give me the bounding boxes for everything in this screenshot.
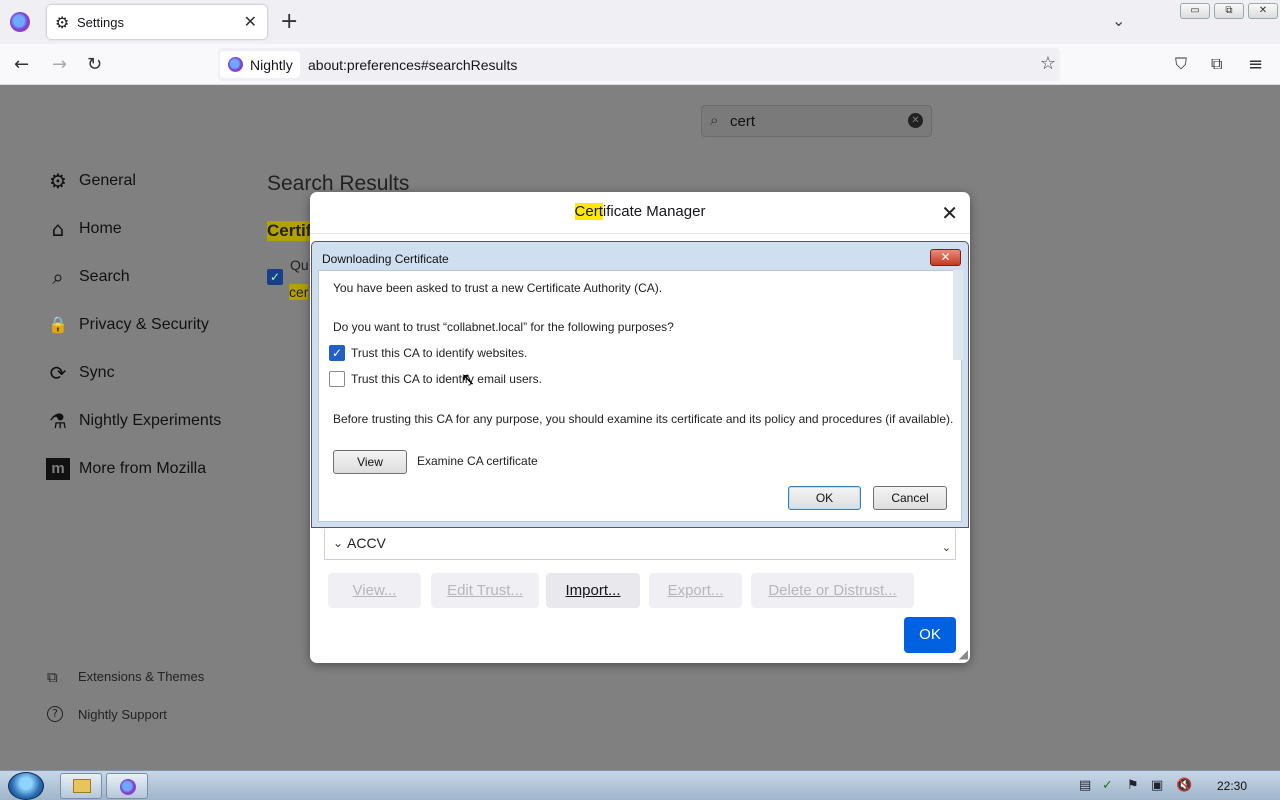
- nightly-logo-icon: [228, 57, 243, 72]
- title-rest: ificate Manager: [602, 203, 706, 220]
- mozilla-icon: m: [46, 458, 70, 480]
- new-tab-button[interactable]: +: [280, 9, 298, 34]
- explorer-taskbar-button[interactable]: [60, 773, 102, 799]
- chevron-down-icon[interactable]: ⌄: [333, 536, 343, 550]
- category-label: Privacy & Security: [79, 316, 209, 333]
- close-icon[interactable]: ✕: [941, 201, 958, 225]
- category-label: Search: [79, 268, 130, 285]
- gear-icon: ⚙: [55, 13, 70, 32]
- flask-icon: ⚗: [49, 409, 67, 433]
- sync-icon: ⟳: [49, 361, 67, 385]
- resize-grip-icon[interactable]: ◢: [959, 647, 968, 661]
- url-bar[interactable]: Nightly about:preferences#searchResults …: [218, 48, 1060, 81]
- certificate-tree-row[interactable]: ⌄ ACCV ⌄: [324, 529, 956, 560]
- ok-button[interactable]: OK: [788, 486, 861, 510]
- reload-icon[interactable]: ↻: [87, 54, 102, 75]
- restore-button[interactable]: ⧉: [1214, 3, 1244, 19]
- tab-settings[interactable]: ⚙ Settings ✕: [47, 5, 267, 39]
- security-tray-icon[interactable]: ✓: [1102, 778, 1113, 793]
- folder-icon: [73, 779, 91, 793]
- pocket-icon[interactable]: ⛉: [1175, 54, 1187, 74]
- help-icon: ?: [47, 706, 63, 722]
- tab-title: Settings: [77, 15, 124, 30]
- search-value: cert: [730, 113, 756, 130]
- intro-text: You have been asked to trust a new Certi…: [333, 281, 663, 295]
- preferences-search-input[interactable]: ⌕ cert ✕: [701, 105, 932, 137]
- gear-icon: ⚙: [49, 169, 67, 193]
- extensions-icon[interactable]: ⧉: [1211, 54, 1222, 74]
- lock-icon: 🔒: [48, 315, 68, 334]
- category-label: Home: [79, 220, 122, 237]
- network-tray-icon[interactable]: ▣: [1151, 778, 1163, 793]
- downloading-certificate-dialog: Downloading Certificate ✕ You have been …: [311, 241, 969, 528]
- query-ocsp-label-highlight: cer: [289, 284, 309, 300]
- app-menu-icon[interactable]: ≡: [1248, 54, 1263, 75]
- title-highlight: Cert: [574, 203, 603, 220]
- back-arrow-icon[interactable]: ←: [14, 54, 29, 75]
- identity-label: Nightly: [250, 57, 293, 73]
- ca-name: ACCV: [347, 535, 386, 551]
- identity-box[interactable]: Nightly: [220, 51, 300, 78]
- clock[interactable]: 22:30: [1217, 779, 1247, 793]
- category-label: More from Mozilla: [79, 460, 207, 477]
- category-label: Sync: [79, 364, 115, 381]
- close-button[interactable]: ✕: [930, 249, 961, 266]
- dialog-body: You have been asked to trust a new Certi…: [318, 270, 962, 522]
- search-icon: ⌕: [710, 111, 719, 129]
- search-icon: ⌕: [52, 265, 64, 289]
- import-button[interactable]: Import...: [546, 573, 640, 608]
- volume-muted-icon[interactable]: 🔇: [1176, 778, 1192, 793]
- question-text: Do you want to trust “collabnet.local” f…: [333, 320, 674, 334]
- taskbar: ▤ ✓ ⚑ ▣ 🔇 22:30: [0, 770, 1280, 800]
- scroll-down-icon[interactable]: ⌄: [942, 541, 951, 554]
- view-certificate-button[interactable]: View: [333, 450, 407, 474]
- forward-arrow-icon[interactable]: →: [52, 54, 67, 75]
- firefox-logo-icon[interactable]: [10, 12, 30, 32]
- tab-bar: ⚙ Settings ✕ + ⌄ ▭ ⧉ ✕: [0, 0, 1280, 44]
- notes-tray-icon[interactable]: ▤: [1079, 778, 1091, 793]
- advice-text: Before trusting this CA for any purpose,…: [333, 412, 954, 426]
- query-ocsp-label: Qu: [290, 257, 309, 273]
- home-icon: ⌂: [51, 217, 65, 241]
- category-label: General: [79, 172, 136, 189]
- category-label: Nightly Experiments: [79, 412, 222, 429]
- view-button[interactable]: View...: [328, 573, 421, 608]
- trust-websites-checkbox[interactable]: ✓: [329, 345, 345, 361]
- edit-trust-button[interactable]: Edit Trust...: [431, 573, 539, 608]
- window-close-button[interactable]: ✕: [1248, 3, 1278, 19]
- footer-label: Extensions & Themes: [78, 669, 205, 684]
- delete-distrust-button[interactable]: Delete or Distrust...: [751, 573, 914, 608]
- nightly-logo-icon: [120, 779, 136, 795]
- query-ocsp-checkbox[interactable]: ✓: [267, 269, 283, 285]
- url-text[interactable]: about:preferences#searchResults: [308, 57, 517, 73]
- bookmark-star-icon[interactable]: ☆: [1040, 53, 1056, 74]
- tab-close-icon[interactable]: ✕: [244, 12, 257, 31]
- minimize-button[interactable]: ▭: [1180, 3, 1210, 19]
- trust-email-checkbox[interactable]: [329, 371, 345, 387]
- view-caption: Examine CA certificate: [417, 454, 538, 468]
- dialog-title: Certificate Manager: [310, 192, 970, 234]
- clear-search-icon[interactable]: ✕: [908, 113, 923, 128]
- action-center-flag-icon[interactable]: ⚑: [1127, 778, 1139, 793]
- nightly-taskbar-button[interactable]: [106, 773, 148, 799]
- ok-button[interactable]: OK: [904, 617, 956, 653]
- puzzle-icon: ⧉: [47, 668, 58, 686]
- trust-email-label[interactable]: Trust this CA to identify email users.: [351, 372, 542, 386]
- mouse-cursor-icon: ↖: [461, 370, 476, 390]
- export-button[interactable]: Export...: [649, 573, 742, 608]
- scrollbar[interactable]: [953, 270, 963, 360]
- footer-label: Nightly Support: [78, 707, 167, 722]
- dialog-title: Downloading Certificate: [322, 252, 449, 266]
- navigation-toolbar: ← → ↻ Nightly about:preferences#searchRe…: [0, 44, 1280, 85]
- list-all-tabs-icon[interactable]: ⌄: [1112, 11, 1125, 30]
- start-button[interactable]: [8, 772, 44, 800]
- trust-websites-label[interactable]: Trust this CA to identify websites.: [351, 346, 527, 360]
- certificates-group-title: Certif: [267, 221, 312, 241]
- cancel-button[interactable]: Cancel: [873, 486, 947, 510]
